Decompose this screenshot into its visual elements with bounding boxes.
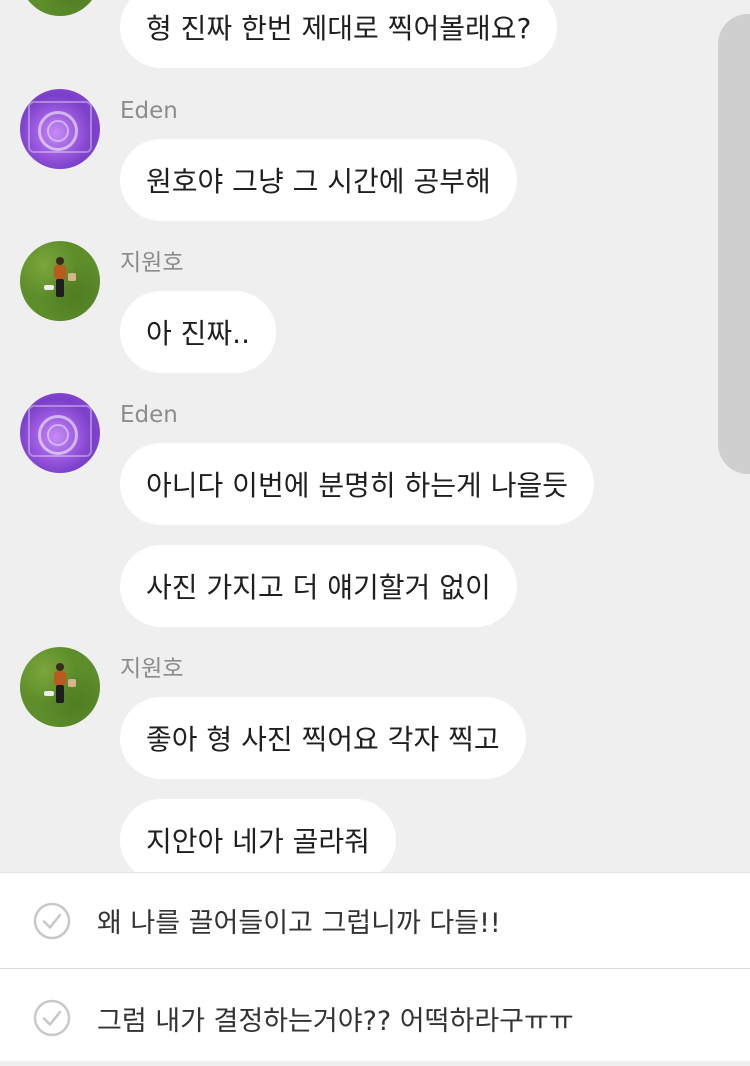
message-bubble: 좋아 형 사진 찍어요 각자 찍고 <box>120 697 526 779</box>
sender-name: 지원호 <box>120 656 184 682</box>
reply-options: 왜 나를 끌어들이고 그럽니까 다들!! 그럼 내가 결정하는거야?? 어떡하라… <box>0 872 750 1061</box>
message-text: 사진 가지고 더 얘기할거 없이 <box>146 571 491 604</box>
chat-area: 형 진짜 한번 제대로 찍어볼래요? Eden 원호야 그냥 그 시간에 공부해… <box>0 0 750 872</box>
message-text: 아니다 이번에 분명히 하는게 나을듯 <box>146 469 569 502</box>
message-bubble: 형 진짜 한번 제대로 찍어볼래요? <box>120 0 558 68</box>
message-bubble: 아 진짜.. <box>120 291 276 373</box>
check-circle-icon <box>33 999 71 1037</box>
reply-option-text: 그럼 내가 결정하는거야?? 어떡하라구ㅠㅠ <box>97 1005 574 1037</box>
sender-name: 지원호 <box>120 250 184 276</box>
reply-option-text: 왜 나를 끌어들이고 그럽니까 다들!! <box>97 908 501 939</box>
sender-name: Eden <box>120 98 178 124</box>
person-on-grass-avatar-icon[interactable] <box>20 647 100 727</box>
reply-option[interactable]: 왜 나를 끌어들이고 그럽니까 다들!! <box>0 873 750 969</box>
message-text: 좋아 형 사진 찍어요 각자 찍고 <box>146 723 500 756</box>
avatar <box>20 0 100 16</box>
message-text: 지안아 네가 골라줘 <box>146 825 370 858</box>
camera-avatar-icon[interactable] <box>20 89 100 169</box>
message-text: 아 진짜.. <box>146 317 250 350</box>
camera-avatar-icon[interactable] <box>20 393 100 473</box>
message-bubble: 원호야 그냥 그 시간에 공부해 <box>120 139 517 221</box>
reply-option[interactable]: 그럼 내가 결정하는거야?? 어떡하라구ㅠㅠ <box>0 970 750 1066</box>
message-bubble: 아니다 이번에 분명히 하는게 나을듯 <box>120 443 595 525</box>
sender-name: Eden <box>120 402 178 428</box>
message-bubble: 지안아 네가 골라줘 <box>120 799 396 872</box>
check-circle-icon <box>33 902 71 939</box>
person-on-grass-avatar-icon[interactable] <box>20 241 100 321</box>
scrollbar[interactable] <box>718 14 750 474</box>
message-text: 원호야 그냥 그 시간에 공부해 <box>146 165 491 198</box>
message-bubble: 사진 가지고 더 얘기할거 없이 <box>120 545 517 627</box>
message-text: 형 진짜 한번 제대로 찍어볼래요? <box>146 12 532 45</box>
